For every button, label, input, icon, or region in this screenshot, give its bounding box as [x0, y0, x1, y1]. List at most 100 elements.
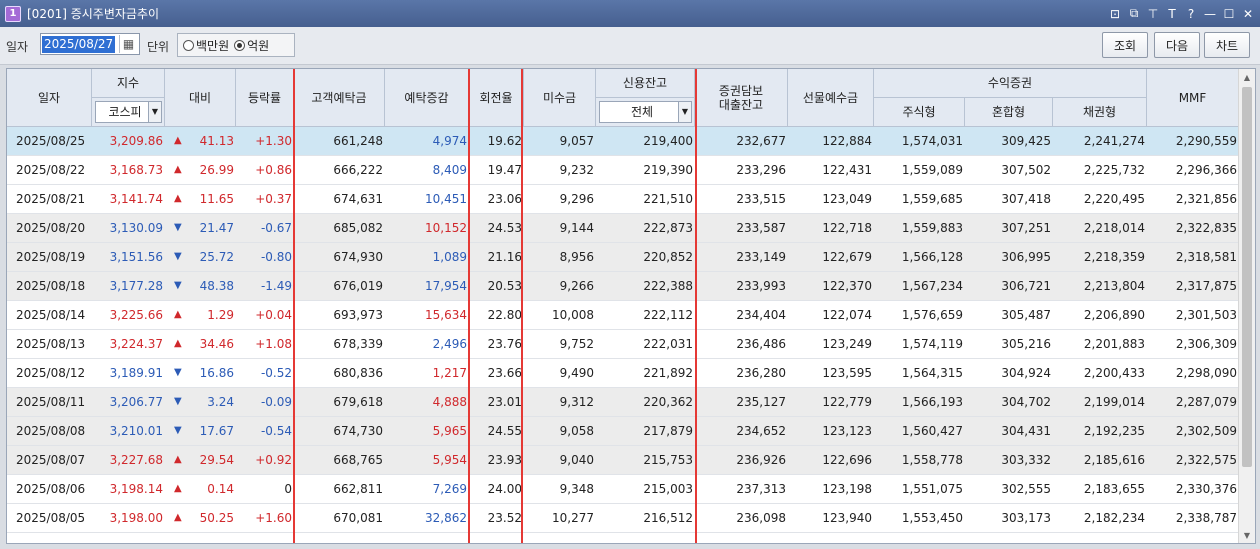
header-deposit[interactable]: 고객예탁금: [294, 69, 385, 127]
vertical-scrollbar[interactable]: ▲ ▼: [1238, 69, 1255, 543]
query-button[interactable]: 조회: [1102, 32, 1148, 58]
scroll-thumb[interactable]: [1242, 87, 1252, 467]
scroll-up-icon[interactable]: ▲: [1239, 69, 1255, 85]
header-futures[interactable]: 선물예수금: [788, 69, 874, 127]
cell-deposit: 670,081: [333, 511, 383, 525]
header-unpaid[interactable]: 미수금: [524, 69, 596, 127]
date-value[interactable]: 2025/08/27: [42, 36, 116, 53]
cell-futures: 122,779: [822, 395, 872, 409]
cell-index: 3,189.91: [109, 366, 163, 380]
table-row[interactable]: 2025/08/05 3,198.00 50.25 ▲ +1.60 670,081 32,8…: [7, 504, 1239, 533]
unit-radio-hundred-million[interactable]: 억원: [234, 37, 269, 54]
cell-collateral: 234,652: [736, 424, 786, 438]
table-row[interactable]: 2025/08/21 3,141.74 11.65 ▲ +0.37 674,631 10,4…: [7, 185, 1239, 214]
cell-turnover: 23.01: [487, 395, 522, 409]
cell-index: 3,198.14: [109, 482, 163, 496]
cell-index: 3,130.09: [109, 221, 163, 235]
calendar-icon[interactable]: ▦: [119, 35, 137, 53]
cell-rate: -0.52: [260, 366, 292, 380]
table-row[interactable]: 2025/08/11 3,206.77 3.24 ▼ -0.09 679,618 4,888…: [7, 388, 1239, 417]
header-bond-fund[interactable]: 채권형: [1053, 98, 1147, 127]
radio-selected-icon[interactable]: [234, 39, 246, 51]
cell-turnover: 23.93: [487, 453, 522, 467]
header-index[interactable]: 지수: [92, 69, 165, 98]
cell-futures: 123,940: [822, 511, 872, 525]
table-row[interactable]: 2025/08/20 3,130.09 21.47 ▼ -0.67 685,082 10,1…: [7, 214, 1239, 243]
cell-bond-fund: 2,218,359: [1083, 250, 1145, 264]
cell-mmf: 2,338,787: [1175, 511, 1237, 525]
cell-index: 3,206.77: [109, 395, 163, 409]
font-icon[interactable]: T: [1166, 7, 1178, 21]
link-icon[interactable]: ⊡: [1109, 7, 1121, 21]
header-turnover[interactable]: 회전율: [469, 69, 524, 127]
cell-turnover: 23.52: [487, 511, 522, 525]
header-stock-fund[interactable]: 주식형: [874, 98, 965, 127]
cell-mixed-fund: 305,487: [1001, 308, 1051, 322]
next-button[interactable]: 다음: [1154, 32, 1200, 58]
cell-turnover: 23.66: [487, 366, 522, 380]
pin-icon[interactable]: ⊤: [1147, 7, 1159, 21]
chart-button[interactable]: 차트: [1204, 32, 1250, 58]
cell-deposit: 685,082: [333, 221, 383, 235]
radio-icon[interactable]: [183, 39, 194, 51]
scroll-down-icon[interactable]: ▼: [1239, 527, 1255, 543]
header-credit[interactable]: 신용잔고: [596, 69, 695, 98]
cell-deposit-change: 1,217: [432, 366, 467, 380]
cell-bond-fund: 2,182,234: [1083, 511, 1145, 525]
table-row[interactable]: 2025/08/13 3,224.37 34.46 ▲ +1.08 678,339 2,49…: [7, 330, 1239, 359]
cell-deposit: 680,836: [333, 366, 383, 380]
cell-credit: 220,362: [643, 395, 693, 409]
table-row[interactable]: 2025/08/08 3,210.01 17.67 ▼ -0.54 674,730 5,96…: [7, 417, 1239, 446]
cell-deposit-change: 2,496: [432, 337, 467, 351]
help-icon[interactable]: ?: [1185, 7, 1197, 21]
unit-radio-million[interactable]: 백만원: [183, 37, 229, 54]
header-deposit-change[interactable]: 예탁증감: [385, 69, 469, 127]
unit-label: 단위: [147, 40, 170, 54]
table-row[interactable]: 2025/08/12 3,189.91 16.86 ▼ -0.52 680,836 1,21…: [7, 359, 1239, 388]
table-row[interactable]: 2025/08/07 3,227.68 29.54 ▲ +0.92 668,765 5,95…: [7, 446, 1239, 475]
table-row[interactable]: 2025/08/25 3,209.86 41.13 ▲ +1.30 661,248 4,97…: [7, 127, 1239, 156]
header-mixed-fund[interactable]: 혼합형: [965, 98, 1053, 127]
chevron-down-icon[interactable]: ▼: [148, 102, 161, 122]
table-row[interactable]: 2025/08/22 3,168.73 26.99 ▲ +0.86 666,222 8,40…: [7, 156, 1239, 185]
cell-mmf: 2,322,575: [1175, 453, 1237, 467]
close-icon[interactable]: ✕: [1242, 7, 1254, 21]
cell-date: 2025/08/18: [16, 279, 86, 293]
cell-bond-fund: 2,183,655: [1083, 482, 1145, 496]
cell-index: 3,227.68: [109, 453, 163, 467]
header-fund[interactable]: 수익증권: [874, 69, 1147, 98]
window-controls: ⊡ ⧉ ⊤ T ? — ☐ ✕: [1109, 0, 1254, 27]
header-date[interactable]: 일자: [7, 69, 92, 127]
index-select-value: 코스피: [108, 105, 142, 119]
cell-unpaid: 9,752: [559, 337, 594, 351]
cell-futures: 122,074: [822, 308, 872, 322]
cell-credit: 217,879: [643, 424, 693, 438]
cell-mixed-fund: 306,721: [1001, 279, 1051, 293]
cell-date: 2025/08/19: [16, 250, 86, 264]
cell-rate: 0: [284, 482, 292, 496]
copy-window-icon[interactable]: ⧉: [1128, 6, 1140, 21]
table-row[interactable]: 2025/08/14 3,225.66 1.29 ▲ +0.04 693,973 15,63…: [7, 301, 1239, 330]
table-row[interactable]: 2025/08/06 3,198.14 0.14 ▲ 0 662,811 7,269 24.0…: [7, 475, 1239, 504]
header-change[interactable]: 대비: [165, 69, 236, 127]
cell-credit: 222,388: [643, 279, 693, 293]
cell-mmf: 2,330,376: [1175, 482, 1237, 496]
cell-date: 2025/08/05: [16, 511, 86, 525]
header-collateral[interactable]: 증권담보 대출잔고: [695, 69, 788, 127]
credit-select[interactable]: 전체 ▼: [599, 101, 692, 123]
date-label: 일자: [6, 40, 29, 54]
table-row[interactable]: 2025/08/19 3,151.56 25.72 ▼ -0.80 674,930 1,08…: [7, 243, 1239, 272]
maximize-icon[interactable]: ☐: [1223, 7, 1235, 21]
cell-turnover: 24.53: [487, 221, 522, 235]
date-field[interactable]: 2025/08/27 ▦: [40, 33, 140, 55]
cell-date: 2025/08/13: [16, 337, 86, 351]
minimize-icon[interactable]: —: [1204, 7, 1216, 21]
cell-credit: 221,510: [643, 192, 693, 206]
chevron-down-icon[interactable]: ▼: [678, 102, 691, 122]
index-select[interactable]: 코스피 ▼: [95, 101, 162, 123]
table-row[interactable]: 2025/08/18 3,177.28 48.38 ▼ -1.49 676,019 17,9…: [7, 272, 1239, 301]
cell-deposit: 674,730: [333, 424, 383, 438]
header-rate[interactable]: 등락률: [236, 69, 294, 127]
cell-bond-fund: 2,220,495: [1083, 192, 1145, 206]
header-mmf[interactable]: MMF: [1147, 69, 1239, 127]
